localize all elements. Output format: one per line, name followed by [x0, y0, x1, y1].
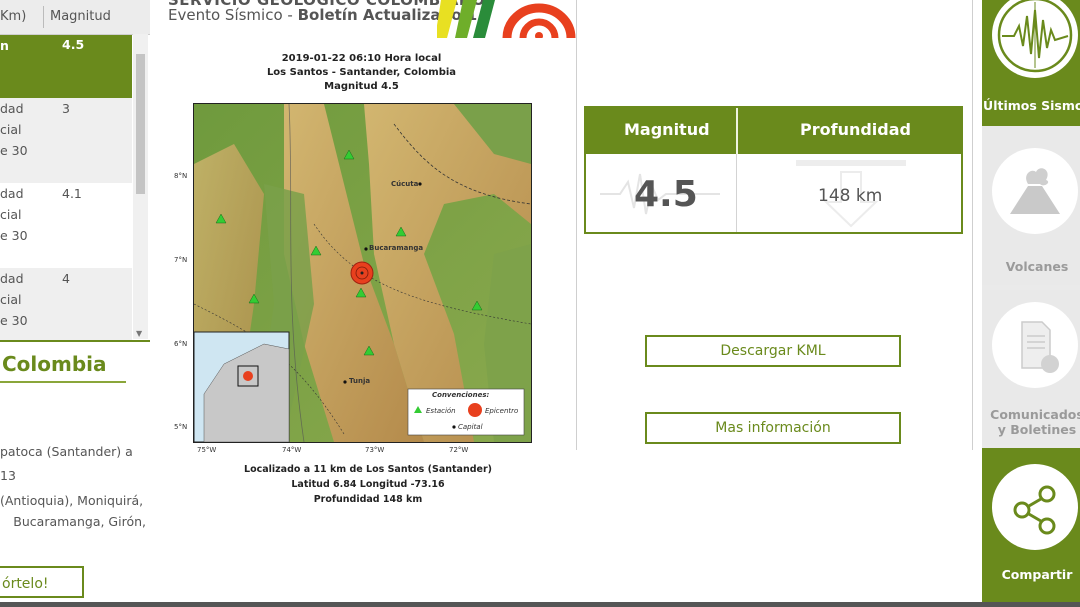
table-header: Km) Magnitud [0, 0, 150, 35]
sidebar-label: Comunicados [990, 407, 1080, 422]
figure-title: 2019-01-22 06:10 Hora local Los Santos -… [193, 52, 530, 94]
row-magnitude: 3 [62, 101, 70, 116]
earthquake-list-panel: Km) Magnitud n 4.5 dad cial e 30 3 dad c… [0, 0, 150, 607]
divider [576, 0, 577, 450]
lat-tick: 6°N [174, 340, 188, 348]
row-magnitude: 4.1 [62, 186, 82, 201]
lat-tick: 5°N [174, 423, 188, 431]
region-title: Colombia [2, 352, 107, 376]
row-location: dad [0, 271, 24, 286]
row-location: e 30 [0, 228, 28, 243]
lon-tick: 72°W [449, 446, 469, 454]
sidebar-item-share[interactable]: Compartir [982, 448, 1080, 602]
more-info-button[interactable]: Mas información [645, 412, 901, 444]
download-kml-button[interactable]: Descargar KML [645, 335, 901, 367]
sidebar-item-bulletins[interactable]: Comunicados y Boletines [982, 290, 1080, 445]
divider [972, 0, 973, 450]
sidebar-label: Últimos Sismos [983, 98, 1080, 113]
scroll-down-arrow-icon[interactable]: ▼ [136, 329, 142, 338]
row-location: dad [0, 186, 24, 201]
divider [0, 340, 150, 342]
legend-epicenter: Epicentro [485, 407, 519, 415]
figure-caption: Localizado a 11 km de Los Santos (Santan… [193, 462, 543, 507]
row-magnitude: 4 [62, 271, 70, 286]
magnitude-header: Magnitud [624, 120, 710, 139]
table-row[interactable]: dad cial e 30 4.1 [0, 183, 132, 268]
row-location: cial [0, 207, 22, 222]
column-header-magnitude[interactable]: Magnitud [50, 9, 111, 24]
description-text: Bucaramanga, Girón, [13, 514, 146, 529]
magnitude-value: 4.5 [634, 174, 698, 215]
column-header-distance[interactable]: Km) [0, 9, 26, 24]
epicenter-marker [350, 261, 374, 285]
body-divider [736, 154, 737, 232]
figure-datetime: 2019-01-22 06:10 Hora local [281, 53, 442, 64]
report-it-button[interactable]: órtelo! [0, 566, 84, 598]
bulletin-header: SERVICIO GEOLÓGICO COLOMBIANO Evento Sís… [165, 0, 576, 38]
figure-magnitude: Magnitud 4.5 [324, 81, 399, 92]
caption-location: Localizado a 11 km de Los Santos (Santan… [244, 464, 492, 475]
depth-value: 148 km [818, 186, 883, 206]
table-row[interactable]: n 4.5 [0, 35, 132, 98]
city-label: Bucaramanga [369, 244, 424, 252]
lat-tick: 7°N [174, 256, 188, 264]
right-sidebar: Últimos Sismos Volcanes Comunicados y Bo… [982, 0, 1080, 607]
caption-coordinates: Latitud 6.84 Longitud -73.16 [291, 479, 445, 490]
sidebar-label: Volcanes [1005, 259, 1069, 274]
sidebar-item-latest-quakes[interactable]: Últimos Sismos [982, 0, 1080, 126]
epicenter-map: Cúcuta Bucaramanga Tunja Convenciones: E… [193, 103, 532, 443]
caption-depth: Profundidad 148 km [313, 494, 423, 505]
window-bottom-edge [0, 602, 1080, 607]
sgc-logo-icon [437, 0, 576, 38]
magnitude-depth-box: Magnitud Profundidad 4.5 148 km [584, 106, 963, 234]
legend-capital: Capital [458, 423, 483, 431]
legend-station: Estación [426, 407, 456, 415]
row-location: e 30 [0, 313, 28, 328]
city-label: Tunja [349, 377, 371, 385]
legend-title: Convenciones: [432, 391, 490, 399]
lon-tick: 75°W [197, 446, 217, 454]
lat-tick: 8°N [174, 172, 188, 180]
document-icon [992, 302, 1078, 388]
sidebar-label: y Boletines [997, 422, 1077, 437]
header-divider [736, 108, 738, 154]
sidebar-item-volcanoes[interactable]: Volcanes [982, 130, 1080, 285]
city-label: Cúcuta [391, 180, 419, 188]
row-magnitude: 4.5 [62, 37, 85, 52]
volcano-icon [992, 148, 1078, 234]
table-row[interactable]: dad cial e 30 3 [0, 98, 132, 183]
row-location: cial [0, 292, 22, 307]
row-location: e 30 [0, 143, 28, 158]
bulletin-subtitle-prefix: Evento Sísmico - [168, 6, 298, 24]
column-separator [43, 6, 44, 28]
bulletin-subtitle: Evento Sísmico - Boletín Actualizado 1 [168, 6, 477, 24]
seismograph-icon [992, 0, 1078, 78]
row-location: n [0, 38, 9, 53]
depth-header: Profundidad [800, 120, 911, 139]
box-header: Magnitud Profundidad [586, 108, 961, 154]
table-scrollbar[interactable]: ▼ [133, 34, 148, 339]
share-icon [992, 464, 1078, 550]
row-location: cial [0, 122, 22, 137]
lon-tick: 74°W [282, 446, 302, 454]
table-row[interactable]: dad cial e 30 4 [0, 268, 132, 340]
description-text: patoca (Santander) a 13 [0, 444, 133, 483]
figure-place: Los Santos - Santander, Colombia [266, 67, 457, 78]
row-location: dad [0, 101, 24, 116]
title-underline [0, 381, 126, 383]
scrollbar-thumb[interactable] [136, 54, 145, 194]
sidebar-label: Compartir [1001, 567, 1073, 582]
lon-tick: 73°W [365, 446, 385, 454]
